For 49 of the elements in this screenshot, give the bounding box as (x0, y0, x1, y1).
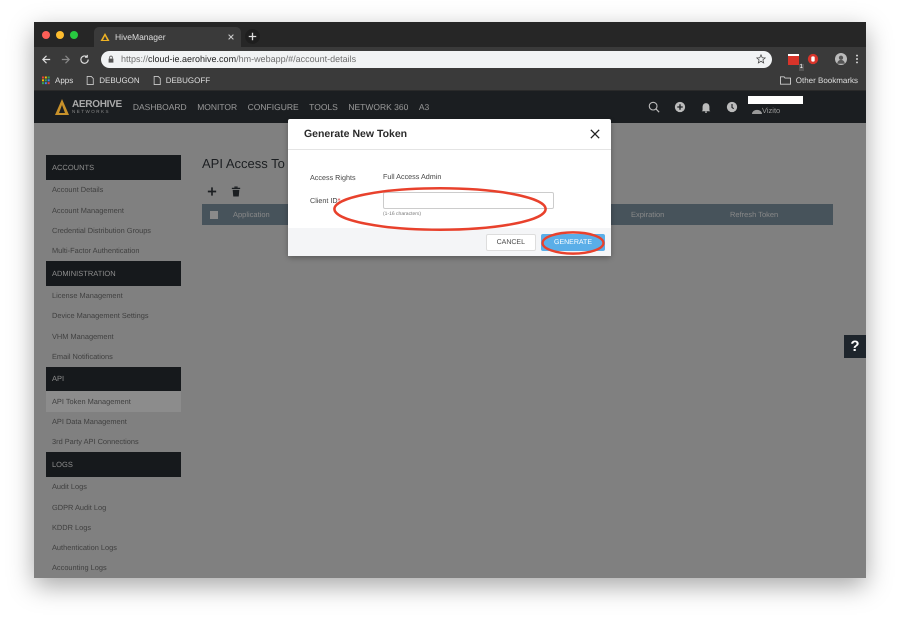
nav-item[interactable]: A3 (418, 102, 430, 112)
shield-extension-icon[interactable] (807, 53, 819, 65)
nav-item[interactable]: MONITOR (197, 102, 238, 112)
page-title: API Access To (202, 156, 286, 173)
nav-item[interactable]: DASHBOARD (132, 102, 187, 112)
forward-icon[interactable] (60, 54, 71, 64)
select-all-checkbox[interactable] (210, 210, 218, 218)
calendar-extension-icon[interactable] (788, 54, 799, 64)
close-tab-icon[interactable] (227, 33, 235, 41)
nav-item[interactable]: NETWORK 360 (348, 102, 408, 112)
nav-item[interactable]: TOOLS (309, 102, 338, 112)
logo-name: AEROHIVE (72, 100, 122, 110)
page-icon (152, 76, 161, 85)
trash-icon[interactable] (231, 186, 241, 197)
bookmark-folder[interactable]: Other Bookmarks (780, 76, 858, 85)
bell-icon[interactable] (700, 101, 712, 113)
address-bar[interactable]: https://cloud-ie.aerohive.com/hm-webapp/#/account-details (101, 50, 772, 68)
nav-item[interactable]: CONFIGURE (248, 102, 299, 112)
apps-grid-icon (42, 76, 50, 85)
triangle-logo-icon (55, 99, 69, 115)
bookmark[interactable]: DEBUGOFF (152, 76, 210, 85)
reload-icon[interactable] (79, 54, 90, 64)
search-icon[interactable] (648, 101, 660, 113)
bookmark[interactable]: Apps (42, 76, 74, 85)
dialog-title: Generate New Token (304, 128, 408, 140)
page-icon (86, 76, 94, 85)
add-icon[interactable] (674, 101, 686, 113)
triangle-logo-icon (100, 32, 110, 42)
bookmark[interactable]: DEBUGON (86, 76, 140, 85)
user-icon (752, 109, 762, 114)
new-tab-icon[interactable] (245, 29, 260, 44)
url-text: https://cloud-ie.aerohive.com/hm-webapp/#/account-details (121, 54, 358, 64)
lock-icon (107, 55, 115, 63)
zoom-window-button[interactable] (70, 31, 78, 39)
back-icon[interactable] (41, 54, 52, 64)
browser-tab[interactable]: HiveManager (94, 27, 241, 47)
tab-title: HiveManager (115, 32, 167, 42)
add-icon[interactable] (207, 186, 217, 197)
close-window-button[interactable] (42, 31, 50, 39)
folder-icon (780, 76, 791, 85)
client-id-field[interactable] (383, 192, 554, 209)
help-button[interactable]: ? (844, 335, 866, 358)
avatar-icon[interactable] (835, 53, 847, 65)
close-icon[interactable] (590, 129, 600, 139)
star-icon[interactable] (756, 54, 766, 64)
minimize-window-button[interactable] (56, 31, 64, 39)
menu-icon[interactable] (855, 53, 859, 65)
redaction-bar (748, 96, 803, 104)
clock-icon[interactable] (726, 101, 738, 113)
